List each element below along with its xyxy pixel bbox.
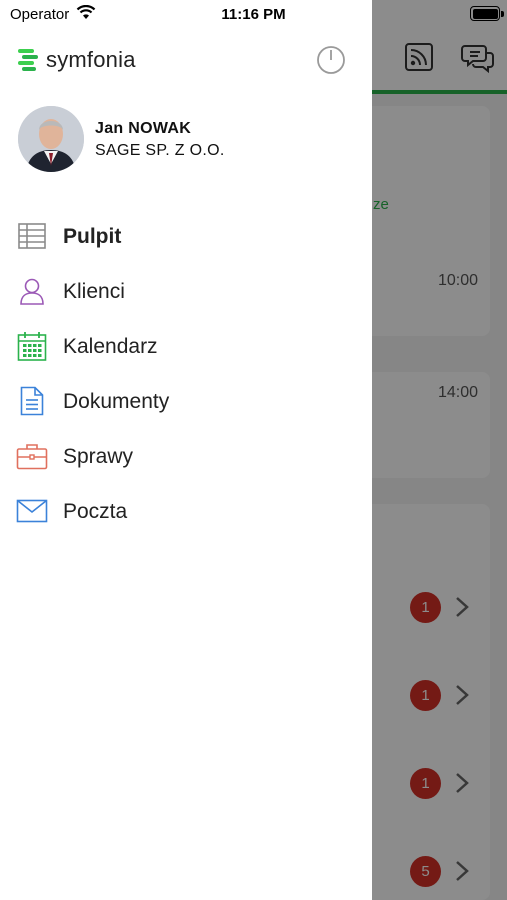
person-icon: [16, 276, 48, 306]
drawer-menu: Pulpit Klienci Kalendarz Dokumenty Spraw…: [0, 209, 372, 539]
symfonia-logo: symfonia: [18, 46, 136, 74]
menu-item-klienci[interactable]: Klienci: [0, 264, 372, 319]
user-photo: [18, 106, 84, 172]
avatar: [18, 106, 84, 172]
user-profile[interactable]: Jan NOWAK SAGE SP. Z O.O.: [18, 106, 358, 174]
battery-icon: [470, 6, 500, 21]
document-icon: [16, 386, 48, 416]
menu-item-poczta[interactable]: Poczta: [0, 484, 372, 539]
menu-item-dokumenty[interactable]: Dokumenty: [0, 374, 372, 429]
menu-item-label: Kalendarz: [63, 334, 158, 358]
menu-item-label: Poczta: [63, 499, 128, 523]
briefcase-icon: [16, 441, 48, 471]
user-name: Jan NOWAK: [95, 120, 192, 137]
calendar-icon: [16, 331, 48, 361]
menu-item-pulpit[interactable]: Pulpit: [0, 209, 372, 264]
status-bar: Operator 11:16 PM: [0, 0, 507, 28]
menu-item-label: Dokumenty: [63, 389, 170, 413]
user-company: SAGE SP. Z O.O.: [95, 142, 225, 159]
clock: 11:16 PM: [221, 6, 286, 23]
menu-item-label: Pulpit: [63, 224, 122, 248]
navigation-drawer: symfonia Jan NOWAK SAGE SP. Z O.O. Pulpi…: [0, 0, 372, 900]
power-icon[interactable]: [316, 45, 346, 75]
mail-icon: [16, 496, 48, 526]
menu-item-label: Klienci: [63, 279, 125, 303]
menu-item-label: Sprawy: [63, 444, 134, 468]
grid-icon: [16, 221, 48, 251]
menu-item-sprawy[interactable]: Sprawy: [0, 429, 372, 484]
menu-item-kalendarz[interactable]: Kalendarz: [0, 319, 372, 374]
symfonia-logo-icon: [18, 49, 38, 71]
brand-name: symfonia: [46, 47, 136, 72]
battery-tip: [501, 11, 504, 17]
